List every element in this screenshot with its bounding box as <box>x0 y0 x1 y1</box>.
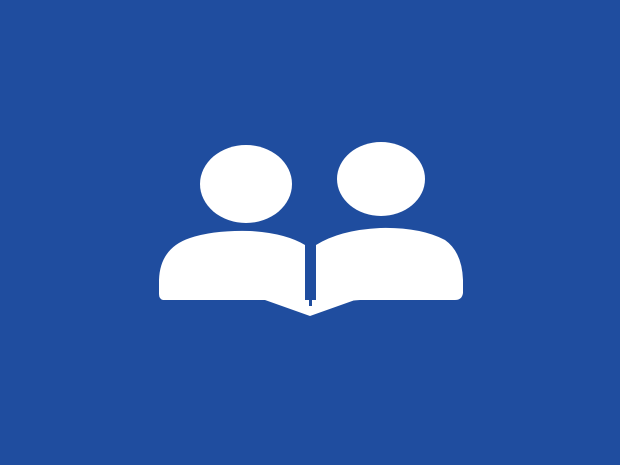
right-person-head <box>337 142 425 216</box>
left-person-body <box>159 230 305 307</box>
right-person-body <box>316 227 463 307</box>
app-logo-background <box>0 0 620 465</box>
left-person-head <box>200 145 292 223</box>
two-people-open-book-icon <box>159 142 463 316</box>
